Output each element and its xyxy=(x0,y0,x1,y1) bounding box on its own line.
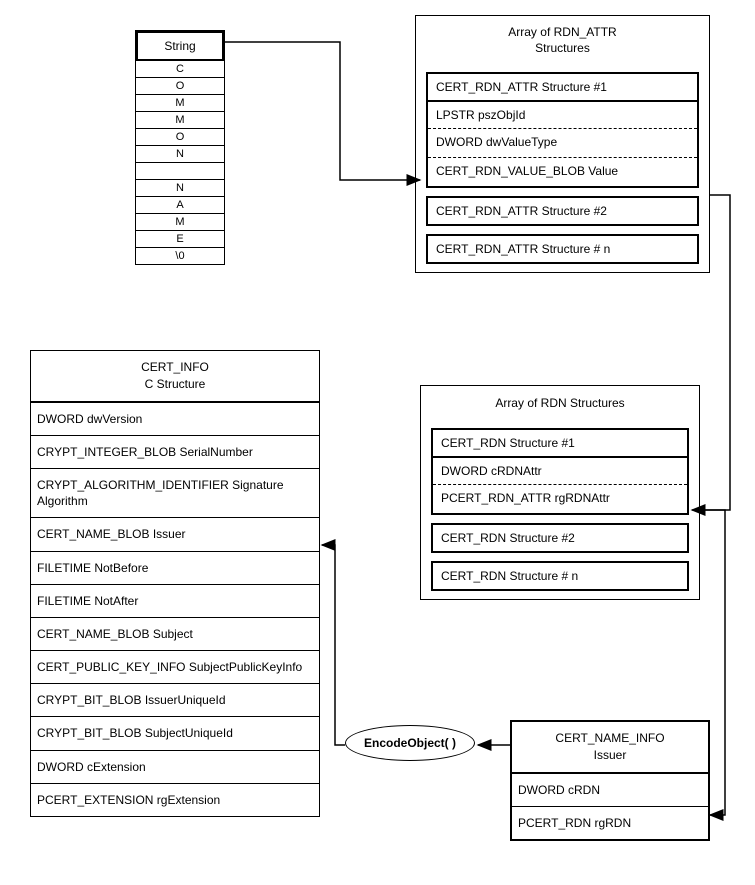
rdn-struct-n: CERT_RDN Structure # n xyxy=(431,561,689,591)
rdn-struct-field: DWORD cRDNAttr xyxy=(433,458,687,484)
string-char: M xyxy=(136,112,224,129)
cert-info-row-issuer: CERT_NAME_BLOB Issuer xyxy=(31,517,319,550)
rdn-attr-field: CERT_RDN_VALUE_BLOB Value xyxy=(428,157,697,186)
string-char: M xyxy=(136,214,224,231)
rdn-attr-array: Array of RDN_ATTR Structures CERT_RDN_AT… xyxy=(415,15,710,273)
string-char: C xyxy=(136,61,224,78)
cert-info-header: CERT_INFO C Structure xyxy=(31,351,319,403)
cert-info-row: CRYPT_BIT_BLOB SubjectUniqueId xyxy=(31,716,319,749)
cert-info-row: FILETIME NotAfter xyxy=(31,584,319,617)
rdn-attr-struct-n: CERT_RDN_ATTR Structure # n xyxy=(426,234,699,264)
rdn-attr-array-title: Array of RDN_ATTR Structures xyxy=(416,16,709,64)
cert-info-row: CRYPT_INTEGER_BLOB SerialNumber xyxy=(31,435,319,468)
cert-name-info-field: PCERT_RDN rgRDN xyxy=(512,806,708,839)
rdn-struct-2: CERT_RDN Structure #2 xyxy=(431,523,689,553)
rdn-struct-1-header: CERT_RDN Structure #1 xyxy=(433,430,687,458)
string-char: \0 xyxy=(136,248,224,264)
cert-info-row: DWORD dwVersion xyxy=(31,403,319,435)
rdn-attr-struct-1-header: CERT_RDN_ATTR Structure #1 xyxy=(428,74,697,102)
string-char: N xyxy=(136,180,224,197)
cert-info-row: CERT_PUBLIC_KEY_INFO SubjectPublicKeyInf… xyxy=(31,650,319,683)
rdn-struct-1: CERT_RDN Structure #1 DWORD cRDNAttr PCE… xyxy=(431,428,689,515)
cert-info-row: DWORD cExtension xyxy=(31,750,319,783)
string-char: O xyxy=(136,78,224,95)
cert-info-row: CERT_NAME_BLOB Subject xyxy=(31,617,319,650)
string-table-header: String xyxy=(136,31,224,61)
rdn-attr-field: DWORD dwValueType xyxy=(428,128,697,157)
rdn-attr-struct-2: CERT_RDN_ATTR Structure #2 xyxy=(426,196,699,226)
cert-info-row: FILETIME NotBefore xyxy=(31,551,319,584)
rdn-struct-field: PCERT_RDN_ATTR rgRDNAttr xyxy=(433,484,687,513)
string-char: A xyxy=(136,197,224,214)
string-char xyxy=(136,163,224,180)
rdn-attr-field: LPSTR pszObjId xyxy=(428,102,697,128)
encode-object-oval: EncodeObject( ) xyxy=(345,725,475,761)
cert-info-row: CRYPT_BIT_BLOB IssuerUniqueId xyxy=(31,683,319,716)
rdn-array-title: Array of RDN Structures xyxy=(421,386,699,420)
cert-info-struct: CERT_INFO C Structure DWORD dwVersion CR… xyxy=(30,350,320,817)
string-char: E xyxy=(136,231,224,248)
cert-name-info-header: CERT_NAME_INFO Issuer xyxy=(512,722,708,774)
string-char: N xyxy=(136,146,224,163)
cert-info-row: PCERT_EXTENSION rgExtension xyxy=(31,783,319,816)
string-table: String C O M M O N N A M E \0 xyxy=(135,30,225,265)
rdn-attr-struct-1: CERT_RDN_ATTR Structure #1 LPSTR pszObjI… xyxy=(426,72,699,187)
rdn-array: Array of RDN Structures CERT_RDN Structu… xyxy=(420,385,700,600)
cert-name-info-field: DWORD cRDN xyxy=(512,774,708,806)
string-char: O xyxy=(136,129,224,146)
cert-info-row: CRYPT_ALGORITHM_IDENTIFIER Signature Alg… xyxy=(31,468,319,517)
cert-name-info: CERT_NAME_INFO Issuer DWORD cRDN PCERT_R… xyxy=(510,720,710,841)
string-char: M xyxy=(136,95,224,112)
